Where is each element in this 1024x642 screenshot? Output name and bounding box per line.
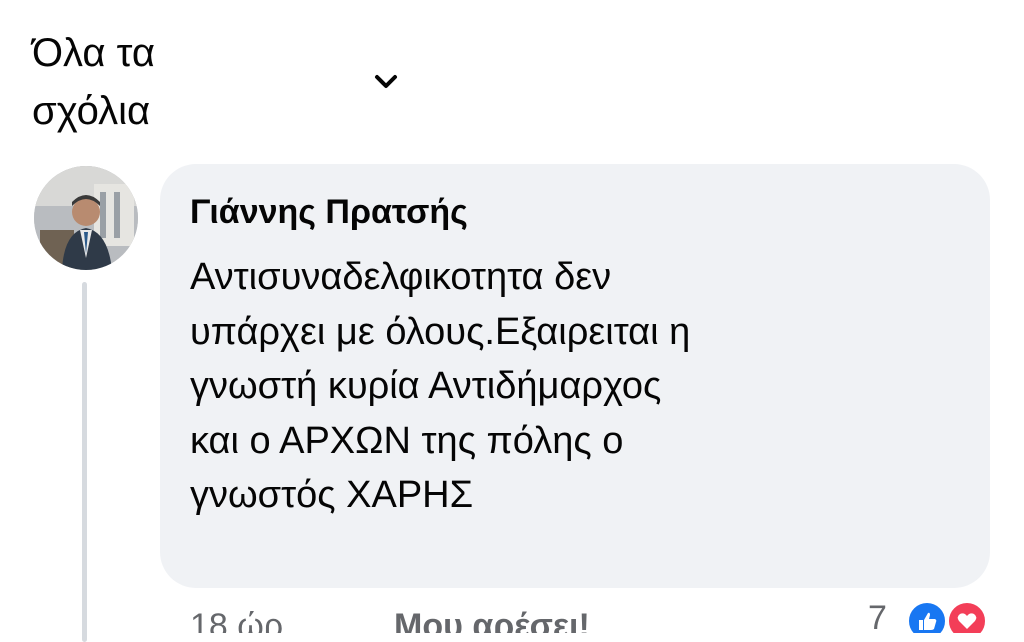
reaction-count[interactable]: 7 xyxy=(868,598,887,633)
comment-filter-label: Όλα τα σχόλια xyxy=(32,31,155,133)
comment-actions: 18 ώρ. Μου αρέσει! 7 xyxy=(0,596,1024,633)
chevron-down-icon xyxy=(375,75,397,88)
comment-text-line: γνωστή κυρία Αντιδήμαρχος xyxy=(190,365,662,407)
profile-photo xyxy=(34,166,138,270)
love-icon[interactable] xyxy=(946,600,988,633)
comment-filter-dropdown[interactable]: Όλα τα σχόλια xyxy=(0,0,420,150)
like-button[interactable]: Μου αρέσει! xyxy=(394,606,590,633)
comment-text-line: γνωστός ΧΑΡΗΣ xyxy=(190,474,474,516)
comment-timestamp[interactable]: 18 ώρ. xyxy=(190,606,293,633)
comment-text-line: και ο ΑΡΧΩΝ της πόλης ο xyxy=(190,419,624,462)
avatar[interactable] xyxy=(34,166,138,270)
comment-text-line: Αντισυναδελφικοτητα δεν xyxy=(190,256,612,298)
comment-bubble: Γιάννης Πρατσής Αντισυναδελφικοτητα δεν … xyxy=(160,164,990,588)
like-icon[interactable] xyxy=(906,600,948,633)
comment-text: Αντισυναδελφικοτητα δεν υπάρχει με όλους… xyxy=(190,250,960,523)
comment-text-line: υπάρχει με όλους.Εξαιρειται η xyxy=(190,310,691,353)
comment-author-name[interactable]: Γιάννης Πρατσής xyxy=(190,190,468,234)
reply-thread-line xyxy=(82,282,87,642)
